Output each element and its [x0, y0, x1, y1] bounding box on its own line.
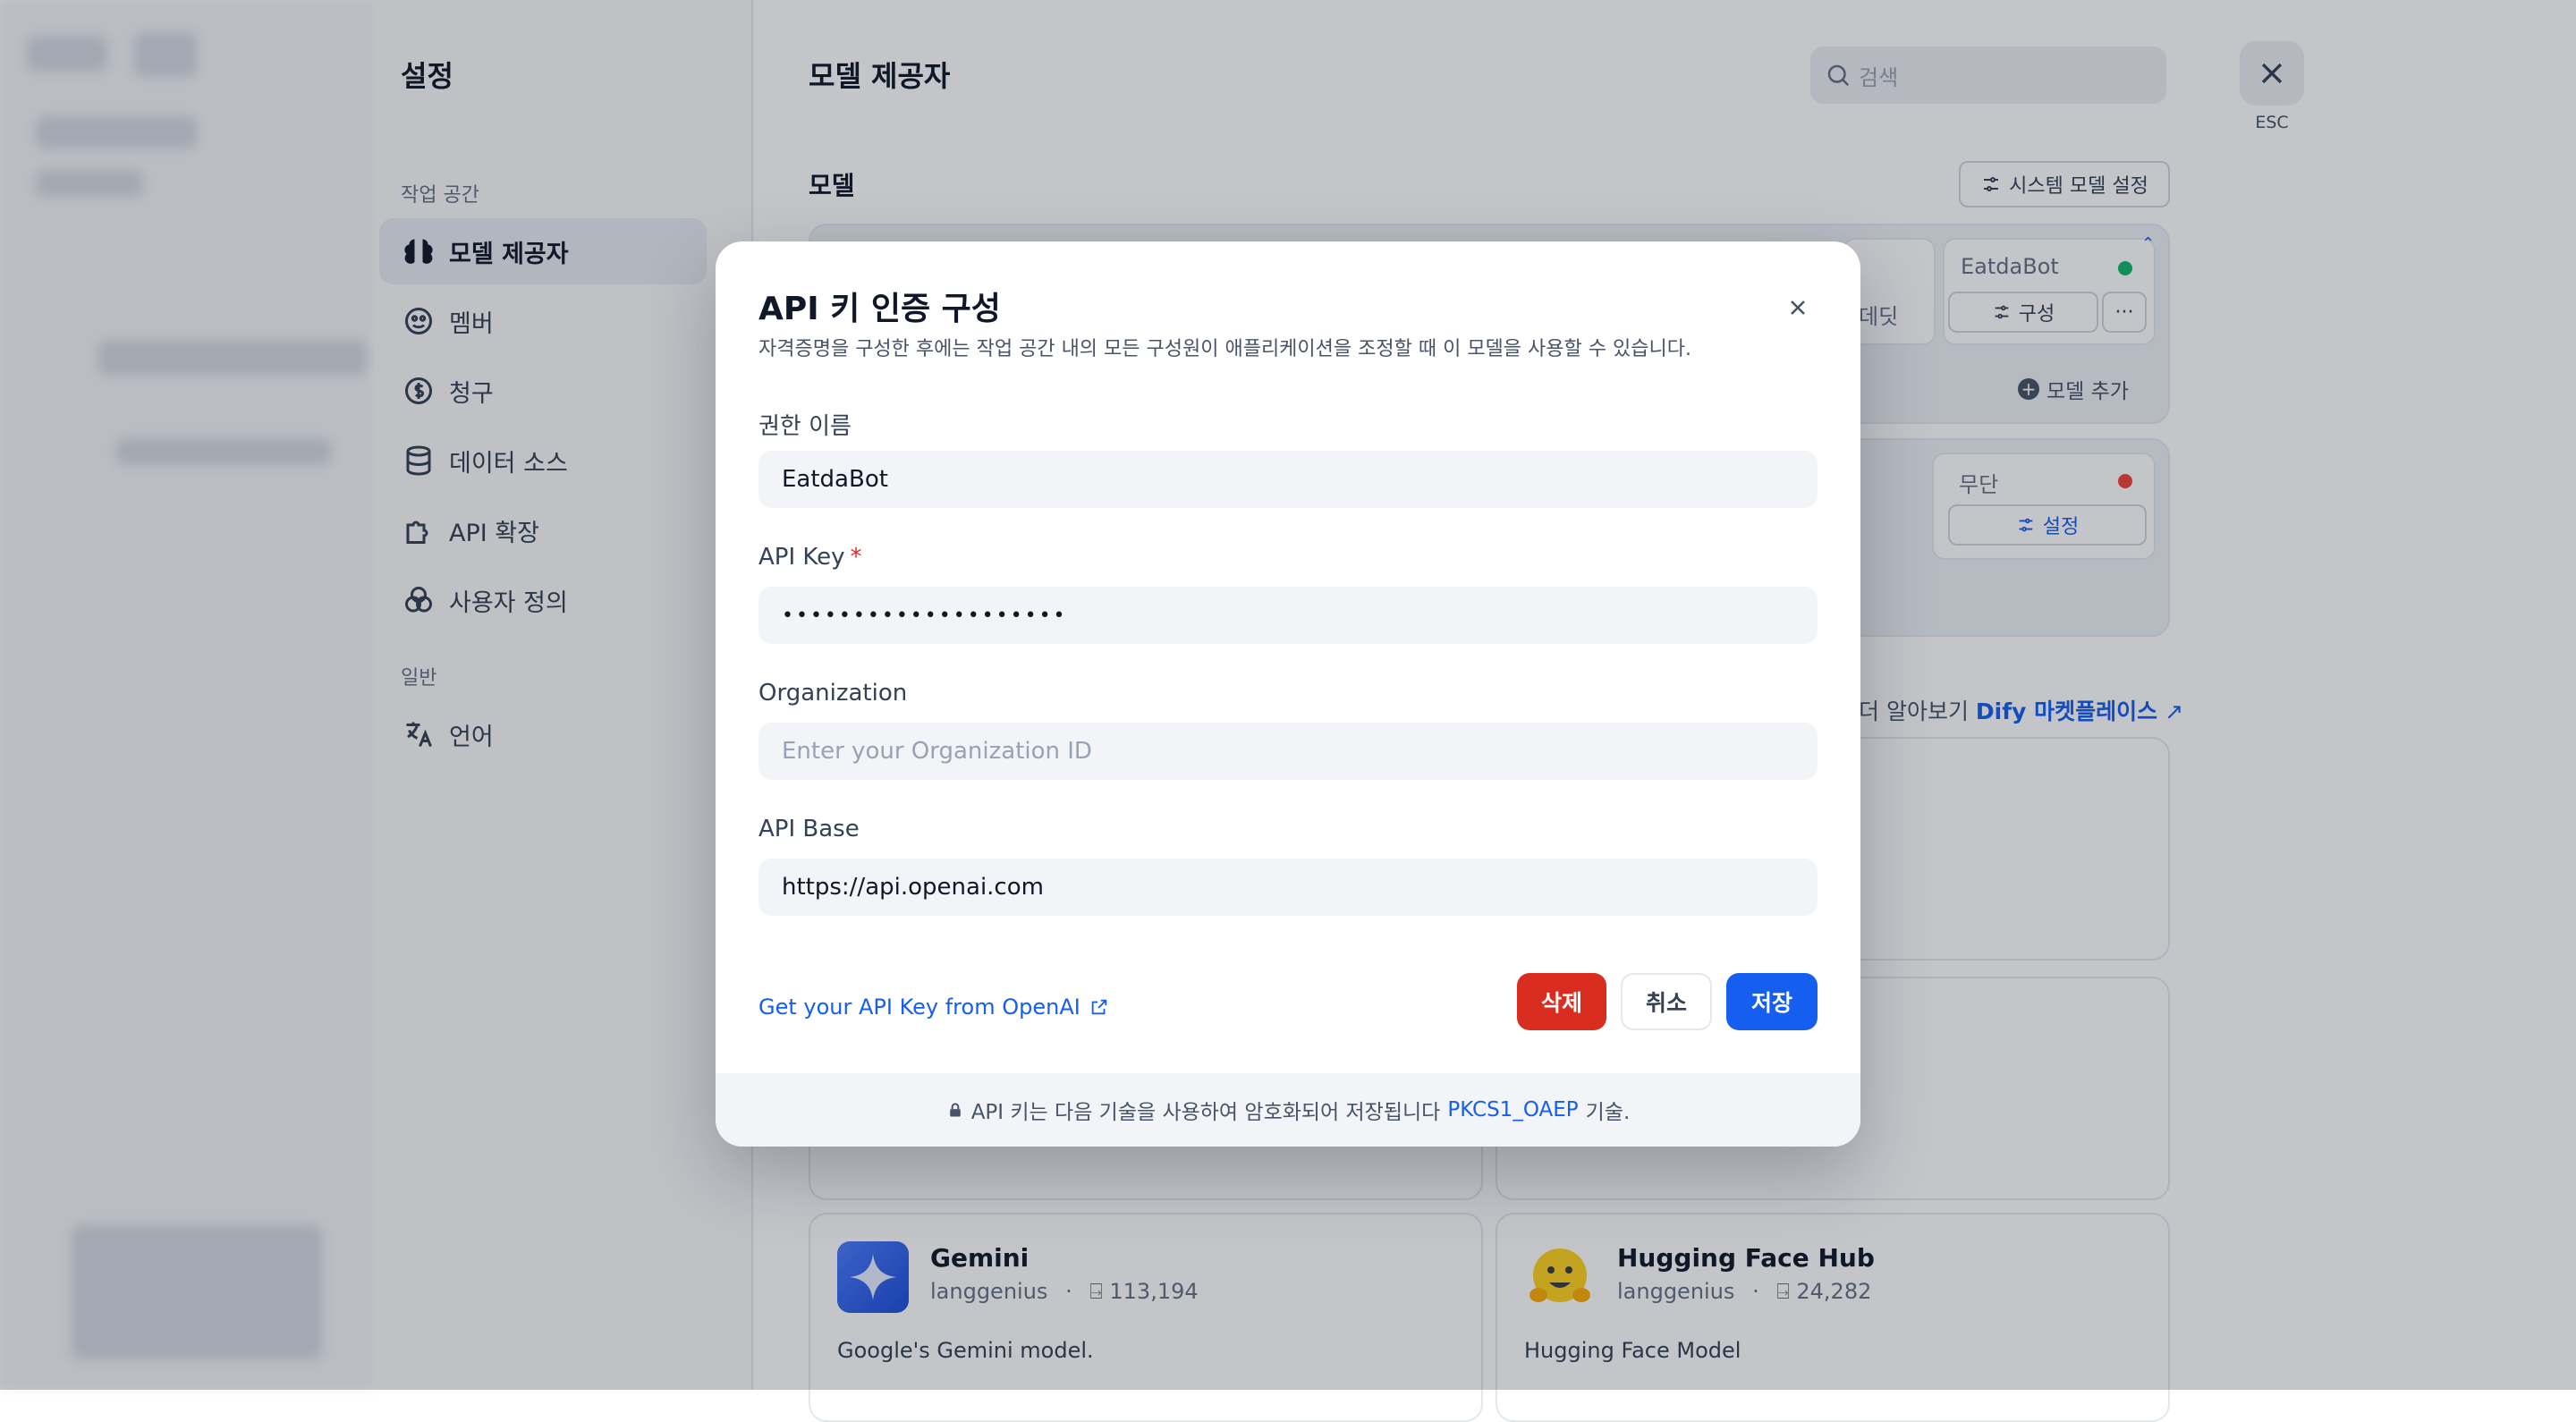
api-key-modal: API 키 인증 구성 자격증명을 구성한 후에는 작업 공간 내의 모든 구성…	[716, 241, 1860, 1147]
cancel-button[interactable]: 취소	[1621, 973, 1712, 1030]
external-link-icon	[1080, 997, 1109, 1017]
api-key-label-text: API Key	[758, 544, 845, 571]
name-field[interactable]: EatdaBot	[758, 451, 1818, 508]
encryption-notice-text: API 키는 다음 기술을 사용하여 암호화되어 저장됩니다	[970, 1101, 1441, 1124]
get-api-key-link-text: Get your API Key from OpenAI	[758, 995, 1080, 1020]
organization-field-label: Organization	[758, 680, 908, 707]
api-key-field-label: API Key *	[758, 544, 862, 571]
pkcs-link[interactable]: PKCS1_OAEP	[1447, 1098, 1578, 1122]
modal-title: API 키 인증 구성	[758, 291, 1001, 327]
close-icon	[1787, 297, 1809, 318]
api-key-field[interactable]: ••••••••••••••••••••	[758, 587, 1818, 644]
encryption-notice: API 키는 다음 기술을 사용하여 암호화되어 저장됩니다 PKCS1_OAE…	[716, 1073, 1860, 1147]
api-base-field[interactable]: https://api.openai.com	[758, 859, 1818, 916]
api-base-field-label: API Base	[758, 816, 860, 842]
name-field-label: 권한 이름	[758, 413, 852, 440]
get-api-key-link[interactable]: Get your API Key from OpenAI	[758, 995, 1109, 1020]
encryption-notice-suffix: 기술.	[1585, 1101, 1631, 1124]
modal-close-button[interactable]	[1780, 290, 1816, 326]
settings-page: 설정 작업 공간 모델 제공자 멤버 청구 데이터 소스 API 확장 사용자 …	[0, 0, 2576, 1422]
modal-description: 자격증명을 구성한 후에는 작업 공간 내의 모든 구성원이 애플리케이션을 조…	[758, 338, 1691, 360]
save-button[interactable]: 저장	[1726, 973, 1818, 1030]
lock-icon	[946, 1101, 971, 1119]
delete-button[interactable]: 삭제	[1517, 973, 1606, 1030]
required-mark: *	[850, 544, 862, 571]
organization-field[interactable]: Enter your Organization ID	[758, 723, 1818, 780]
